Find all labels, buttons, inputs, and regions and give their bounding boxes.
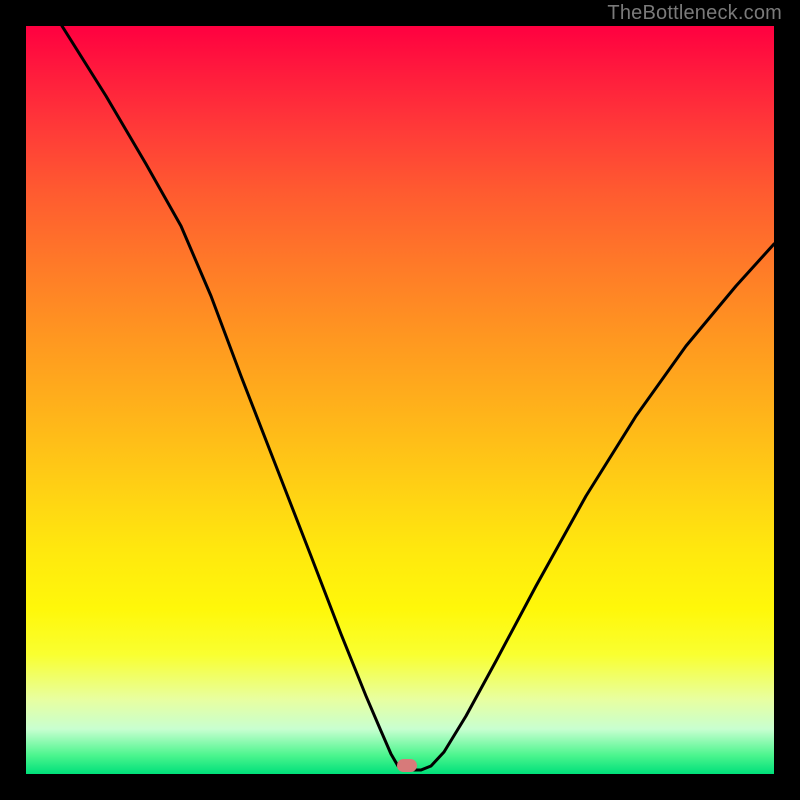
chart-frame: TheBottleneck.com [0, 0, 800, 800]
watermark-text: TheBottleneck.com [607, 2, 782, 25]
optimal-point-marker [397, 759, 417, 772]
bottleneck-curve-path [62, 26, 774, 770]
plot-area [26, 26, 774, 774]
bottleneck-curve [26, 26, 774, 774]
